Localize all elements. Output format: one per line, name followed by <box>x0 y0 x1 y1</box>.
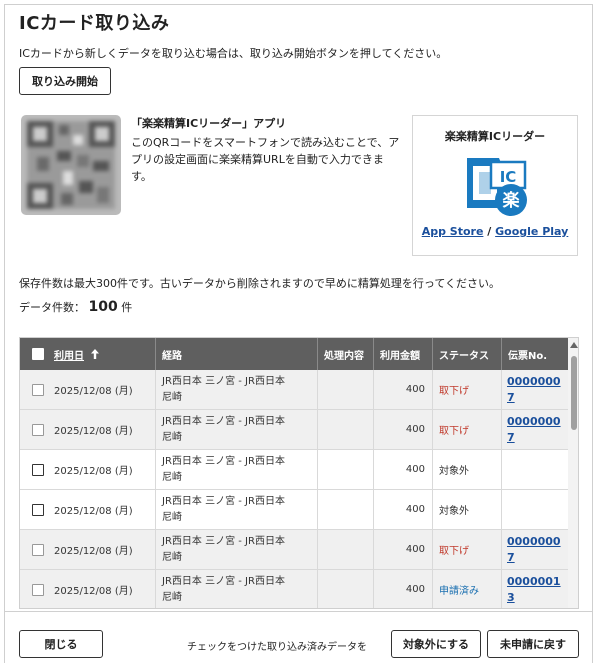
cell-route: JR西日本 三ノ宮 - JR西日本 尼崎 <box>156 570 318 608</box>
header-process: 処理内容 <box>318 338 374 370</box>
dialog-footer: 閉じる チェックをつけた取り込み済みデータを 対象外にする 未申請に戻す <box>5 611 592 664</box>
ic-reader-app-icon: IC 楽 <box>467 158 527 216</box>
cell-process <box>318 410 374 449</box>
cell-status: 取下げ <box>433 370 502 409</box>
cell-slip: 0000000 7 <box>502 410 568 449</box>
cell-route: JR西日本 三ノ宮 - JR西日本 尼崎 <box>156 490 318 529</box>
cell-slip <box>502 490 568 529</box>
cell-amount: 400 <box>374 370 433 409</box>
cell-status: 取下げ <box>433 530 502 569</box>
table-row: 2025/12/08 (月) JR西日本 三ノ宮 - JR西日本 尼崎 400 申… <box>20 570 568 608</box>
cell-amount: 400 <box>374 450 433 489</box>
table-scrollbar[interactable] <box>568 338 579 608</box>
cell-status: 対象外 <box>433 450 502 489</box>
select-all-checkbox[interactable] <box>32 348 44 360</box>
svg-text:楽: 楽 <box>503 190 521 211</box>
qr-code-image <box>27 121 115 209</box>
cell-date: 2025/12/08 (月) <box>20 490 156 529</box>
cell-date: 2025/12/08 (月) <box>20 410 156 449</box>
row-date: 2025/12/08 (月) <box>54 426 133 437</box>
slip-number-link[interactable]: 0000000 7 <box>502 414 561 446</box>
cell-status: 対象外 <box>433 490 502 529</box>
row-date: 2025/12/08 (月) <box>54 586 133 597</box>
exclude-button[interactable]: 対象外にする <box>391 630 481 658</box>
row-checkbox[interactable] <box>32 503 44 516</box>
cell-route: JR西日本 三ノ宮 - JR西日本 尼崎 <box>156 450 318 489</box>
row-date: 2025/12/08 (月) <box>54 546 133 557</box>
row-checkbox <box>32 423 44 436</box>
header-status: ステータス <box>433 338 502 370</box>
table-row: 2025/12/08 (月) JR西日本 三ノ宮 - JR西日本 尼崎 400 対… <box>20 490 568 530</box>
cell-amount: 400 <box>374 490 433 529</box>
data-count-value: 100 <box>88 299 118 315</box>
header-date[interactable]: 利用日 <box>20 338 156 370</box>
cell-route: JR西日本 三ノ宮 - JR西日本 尼崎 <box>156 530 318 569</box>
data-count-unit: 件 <box>121 301 133 314</box>
cell-amount: 400 <box>374 570 433 608</box>
cell-process <box>318 370 374 409</box>
row-checkbox[interactable] <box>32 463 44 476</box>
row-checkbox <box>32 583 44 596</box>
header-slip: 伝票No. <box>508 350 548 362</box>
slip-number-link[interactable]: 0000000 7 <box>502 534 561 566</box>
slip-number-link[interactable]: 0000000 7 <box>502 374 561 406</box>
cell-slip: 0000001 3 <box>502 570 568 608</box>
page-title: ICカード取り込み <box>19 13 170 34</box>
import-data-table: 利用日 経路 処理内容 利用金額 ステータス 伝票No. 2025/12/08 … <box>19 337 579 609</box>
ic-card-import-dialog: ICカード取り込み ICカードから新しくデータを取り込む場合は、取り込み開始ボタ… <box>4 4 593 664</box>
cell-process <box>318 490 374 529</box>
import-description: ICカードから新しくデータを取り込む場合は、取り込み開始ボタンを押してください。 <box>19 47 448 60</box>
close-button[interactable]: 閉じる <box>19 630 103 658</box>
cell-status: 取下げ <box>433 410 502 449</box>
qr-code <box>21 115 121 215</box>
cell-process <box>318 450 374 489</box>
scrollbar-thumb[interactable] <box>571 356 577 430</box>
cell-process <box>318 570 374 608</box>
cell-process <box>318 530 374 569</box>
table-row: 2025/12/08 (月) JR西日本 三ノ宮 - JR西日本 尼崎 400 取… <box>20 370 568 410</box>
sort-asc-arrow-icon <box>91 349 99 359</box>
data-count: データ件数： 100 件 <box>19 299 132 315</box>
table-row: 2025/12/08 (月) JR西日本 三ノ宮 - JR西日本 尼崎 400 対… <box>20 450 568 490</box>
row-date: 2025/12/08 (月) <box>54 506 133 517</box>
cell-route: JR西日本 三ノ宮 - JR西日本 尼崎 <box>156 370 318 409</box>
header-date-label[interactable]: 利用日 <box>54 347 84 362</box>
scroll-up-arrow-icon[interactable] <box>568 340 579 350</box>
svg-text:IC: IC <box>500 168 517 186</box>
header-amount: 利用金額 <box>374 338 433 370</box>
data-count-label: データ件数： <box>19 301 85 314</box>
table-header: 利用日 経路 処理内容 利用金額 ステータス 伝票No. <box>20 338 568 370</box>
store-separator: / <box>487 225 492 238</box>
cell-date: 2025/12/08 (月) <box>20 570 156 608</box>
app-description: このQRコードをスマートフォンで読み込むことで、アプリの設定画面に楽楽精算URL… <box>131 136 400 183</box>
row-date: 2025/12/08 (月) <box>54 466 133 477</box>
app-title: 「楽楽精算ICリーダー」アプリ <box>131 117 287 130</box>
google-play-link[interactable]: Google Play <box>495 225 568 238</box>
cell-date: 2025/12/08 (月) <box>20 530 156 569</box>
start-import-button[interactable]: 取り込み開始 <box>19 67 111 95</box>
header-route: 経路 <box>156 338 318 370</box>
table-row: 2025/12/08 (月) JR西日本 三ノ宮 - JR西日本 尼崎 400 取… <box>20 410 568 450</box>
row-checkbox <box>32 543 44 556</box>
cell-slip: 0000000 7 <box>502 530 568 569</box>
cell-route: JR西日本 三ノ宮 - JR西日本 尼崎 <box>156 410 318 449</box>
cell-date: 2025/12/08 (月) <box>20 370 156 409</box>
cell-date: 2025/12/08 (月) <box>20 450 156 489</box>
row-date: 2025/12/08 (月) <box>54 386 133 397</box>
app-store-card: 楽楽精算ICリーダー IC 楽 App Store / Google Play <box>412 115 578 256</box>
cell-slip <box>502 450 568 489</box>
table-row: 2025/12/08 (月) JR西日本 三ノ宮 - JR西日本 尼崎 400 取… <box>20 530 568 570</box>
retention-note: 保存件数は最大300件です。古いデータから削除されますので早めに精算処理を行って… <box>19 277 501 290</box>
store-links: App Store / Google Play <box>413 225 577 238</box>
footer-instruction: チェックをつけた取り込み済みデータを <box>187 642 367 653</box>
cell-amount: 400 <box>374 530 433 569</box>
cell-status: 申請済み <box>433 570 502 608</box>
cell-amount: 400 <box>374 410 433 449</box>
app-card-title: 楽楽精算ICリーダー <box>444 130 546 143</box>
app-store-link[interactable]: App Store <box>422 225 484 238</box>
slip-number-link[interactable]: 0000001 3 <box>502 574 561 606</box>
cell-slip: 0000000 7 <box>502 370 568 409</box>
row-checkbox <box>32 383 44 396</box>
revert-unapplied-button[interactable]: 未申請に戻す <box>487 630 579 658</box>
